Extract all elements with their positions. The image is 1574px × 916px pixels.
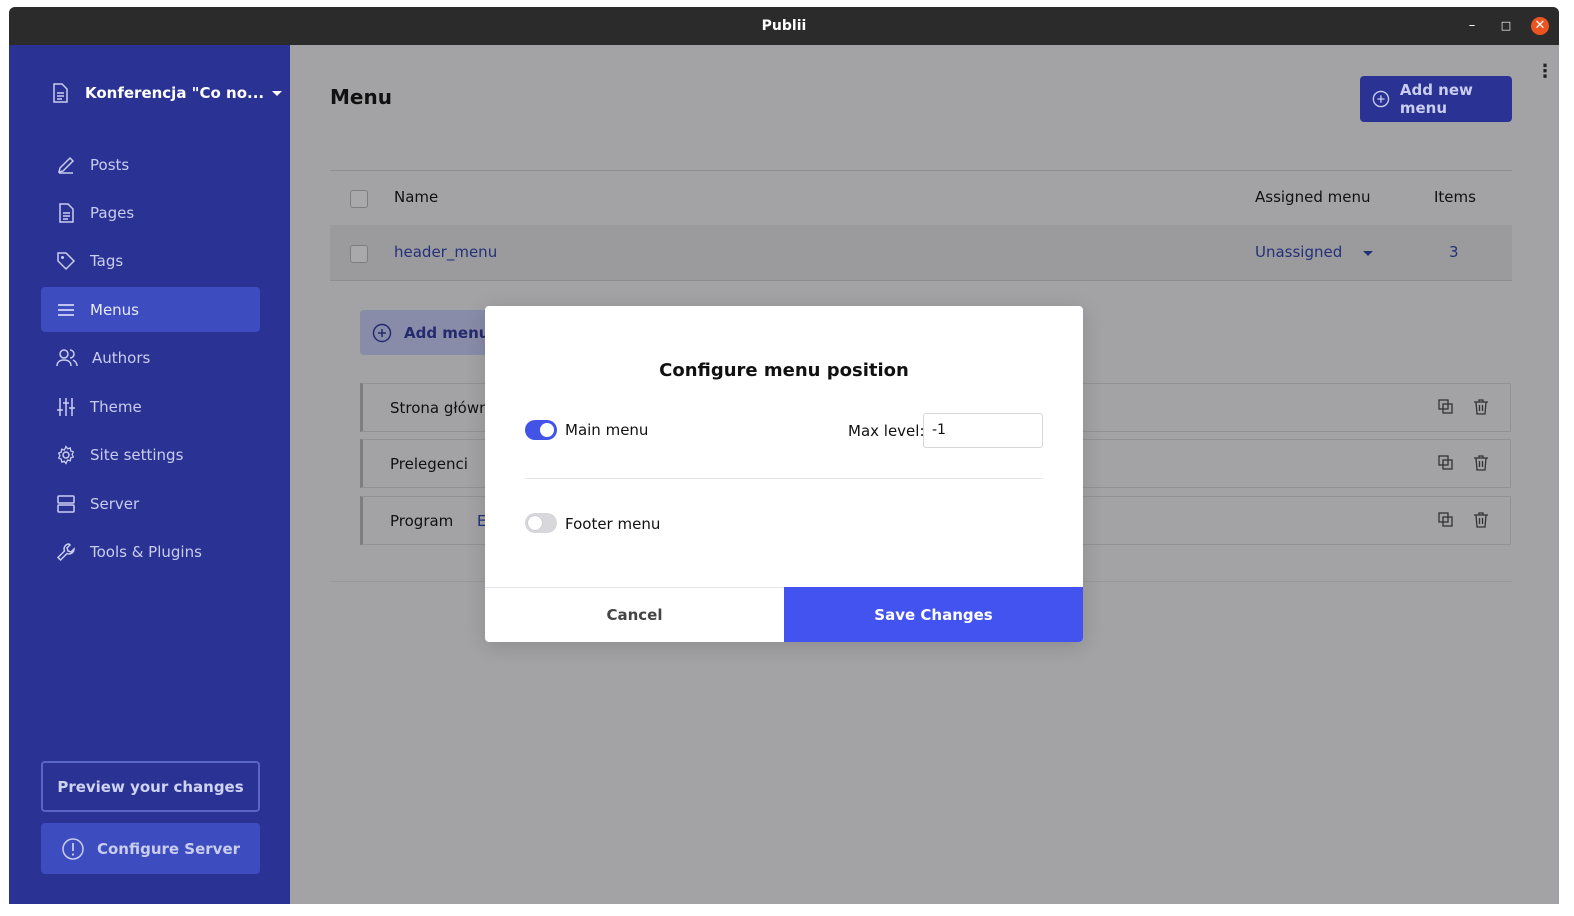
duplicate-icon[interactable] bbox=[1438, 399, 1454, 415]
title-bar: Publii – □ ✕ bbox=[9, 7, 1559, 45]
page-icon bbox=[59, 202, 74, 223]
sidebar-item-theme[interactable]: Theme bbox=[41, 384, 260, 429]
configure-menu-position-dialog: Configure menu position Main menu Max le… bbox=[485, 306, 1083, 642]
trash-icon[interactable] bbox=[1473, 398, 1489, 416]
preview-changes-button[interactable]: Preview your changes bbox=[41, 761, 260, 812]
configure-server-label: Configure Server bbox=[96, 839, 241, 858]
sidebar-item-menus[interactable]: Menus bbox=[41, 287, 260, 332]
chevron-down-icon bbox=[1363, 251, 1373, 256]
divider bbox=[330, 170, 1512, 171]
sidebar-item-label: Authors bbox=[92, 348, 151, 367]
gear-icon bbox=[57, 444, 75, 465]
menu-item-label: Program bbox=[390, 512, 454, 530]
configure-server-button[interactable]: Configure Server bbox=[41, 823, 260, 874]
server-icon bbox=[57, 494, 75, 513]
column-header-items: Items bbox=[1434, 188, 1476, 206]
sidebar-item-tools-plugins[interactable]: Tools & Plugins bbox=[41, 529, 260, 574]
dialog-title: Configure menu position bbox=[659, 360, 909, 381]
chevron-down-icon bbox=[272, 90, 283, 96]
trash-icon[interactable] bbox=[1473, 511, 1489, 529]
duplicate-icon[interactable] bbox=[1438, 455, 1454, 471]
footer-menu-label: Footer menu bbox=[565, 515, 661, 533]
items-count: 3 bbox=[1449, 243, 1459, 261]
add-menu-item-button[interactable]: Add menu item bbox=[360, 310, 500, 355]
site-name-label: Konferencja "Co no... bbox=[85, 84, 265, 102]
divider bbox=[525, 478, 1043, 479]
site-switcher[interactable]: Konferencja "Co no... bbox=[51, 80, 283, 106]
toggle-knob bbox=[540, 423, 554, 437]
sidebar-item-label: Tags bbox=[90, 251, 124, 270]
window-title: Publii bbox=[761, 18, 807, 34]
sidebar-item-posts[interactable]: Posts bbox=[41, 142, 260, 187]
sidebar-item-site-settings[interactable]: Site settings bbox=[41, 432, 260, 477]
save-changes-button[interactable]: Save Changes bbox=[784, 587, 1083, 642]
duplicate-icon[interactable] bbox=[1438, 512, 1454, 528]
sidebar-item-tags[interactable]: Tags bbox=[41, 238, 260, 283]
minimize-button[interactable]: – bbox=[1463, 17, 1481, 35]
column-header-assigned: Assigned menu bbox=[1255, 188, 1371, 206]
sidebar-item-label: Posts bbox=[90, 155, 130, 174]
sidebar-item-label: Pages bbox=[90, 203, 135, 222]
sidebar: Konferencja "Co no... Posts Pages Tags M… bbox=[9, 45, 290, 904]
menu-item-label: Prelegenci bbox=[390, 455, 468, 473]
close-button[interactable]: ✕ bbox=[1531, 17, 1549, 35]
sidebar-item-label: Site settings bbox=[90, 445, 184, 464]
trash-icon[interactable] bbox=[1473, 454, 1489, 472]
add-new-menu-button[interactable]: Add new menu bbox=[1360, 76, 1512, 122]
page-title: Menu bbox=[330, 85, 392, 109]
assigned-menu-select[interactable]: Unassigned bbox=[1255, 243, 1342, 261]
more-options-icon[interactable]: ⋮ bbox=[1536, 61, 1554, 82]
main-menu-toggle[interactable] bbox=[525, 420, 557, 440]
users-icon bbox=[56, 348, 78, 366]
sidebar-item-authors[interactable]: Authors bbox=[41, 335, 260, 380]
divider bbox=[330, 280, 1512, 281]
select-all-checkbox[interactable] bbox=[350, 190, 368, 208]
sidebar-item-pages[interactable]: Pages bbox=[41, 190, 260, 235]
menu-name-link[interactable]: header_menu bbox=[394, 243, 497, 261]
max-level-label: Max level: bbox=[848, 422, 925, 440]
menu-item-label: Strona główna bbox=[390, 399, 498, 417]
sliders-icon bbox=[57, 397, 75, 416]
plus-circle-icon bbox=[1372, 90, 1390, 108]
cancel-button[interactable]: Cancel bbox=[485, 587, 784, 642]
add-new-menu-label: Add new menu bbox=[1399, 81, 1473, 117]
menu-icon bbox=[58, 303, 74, 316]
document-icon bbox=[53, 83, 68, 103]
sidebar-item-label: Tools & Plugins bbox=[90, 542, 202, 561]
max-level-input[interactable]: -1 bbox=[923, 413, 1043, 448]
footer-menu-toggle[interactable] bbox=[525, 513, 557, 533]
column-header-name: Name bbox=[394, 188, 439, 206]
main-menu-label: Main menu bbox=[565, 421, 649, 439]
toggle-knob bbox=[528, 516, 542, 530]
wrench-icon bbox=[56, 542, 75, 561]
pencil-icon bbox=[57, 156, 75, 174]
sidebar-item-server[interactable]: Server bbox=[41, 481, 260, 526]
sidebar-item-label: Server bbox=[90, 494, 140, 513]
sidebar-item-label: Menus bbox=[90, 300, 139, 319]
app-window: Publii – □ ✕ Konferencja "Co no... Posts… bbox=[9, 7, 1559, 904]
maximize-button[interactable]: □ bbox=[1497, 17, 1515, 35]
row-checkbox[interactable] bbox=[350, 245, 368, 263]
sidebar-item-label: Theme bbox=[90, 397, 142, 416]
plus-circle-icon bbox=[372, 323, 392, 342]
tag-icon bbox=[57, 251, 76, 270]
alert-circle-icon bbox=[62, 837, 84, 860]
